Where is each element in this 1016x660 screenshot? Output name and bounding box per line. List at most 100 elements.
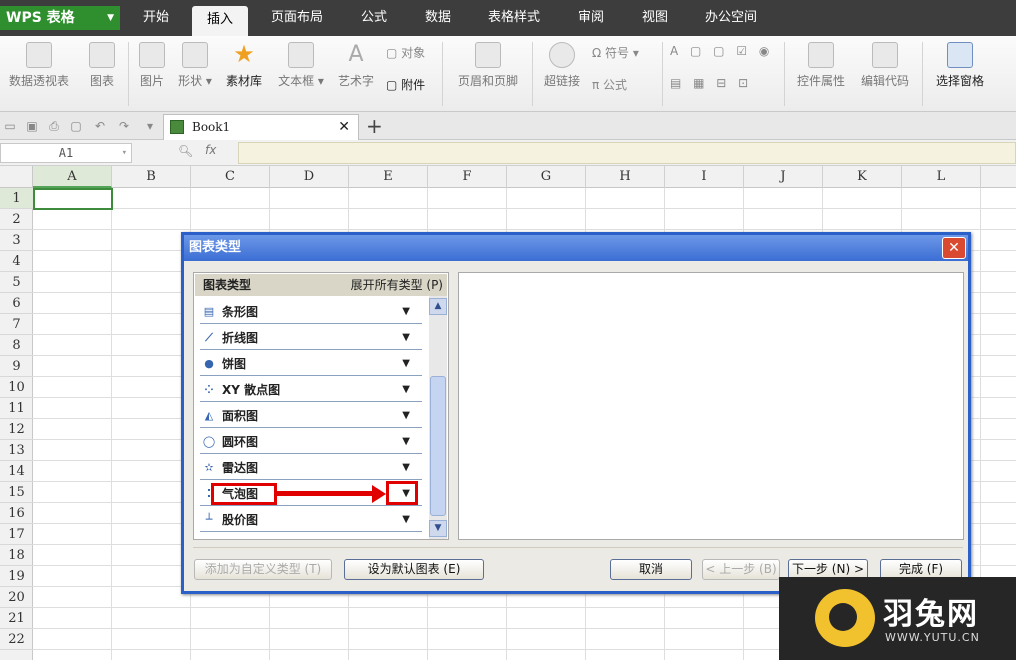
menu-start[interactable]: 开始 <box>128 0 184 36</box>
edit-code-button[interactable]: 编辑代码 <box>856 42 914 89</box>
chevron-down-icon[interactable]: ▼ <box>402 352 410 376</box>
menu-review[interactable]: 审阅 <box>566 0 616 36</box>
name-box[interactable]: A1 ▾ <box>0 143 132 163</box>
active-cell-a1[interactable] <box>33 188 113 210</box>
close-icon[interactable]: ✕ <box>942 237 966 259</box>
column-header[interactable]: L <box>902 166 981 188</box>
column-header[interactable]: I <box>665 166 744 188</box>
chart-button[interactable]: 图表 <box>84 42 120 89</box>
textbox-button[interactable]: 文本框 ▾ <box>274 42 328 89</box>
material-library-button[interactable]: ★ 素材库 <box>222 42 266 89</box>
row-header[interactable]: 10 <box>0 377 33 398</box>
column-header[interactable]: K <box>823 166 902 188</box>
hyperlink-button[interactable]: 超链接 <box>540 42 584 89</box>
column-header[interactable]: A <box>33 166 112 188</box>
menu-formula[interactable]: 公式 <box>346 0 402 36</box>
row-header[interactable]: 6 <box>0 293 33 314</box>
menu-view[interactable]: 视图 <box>630 0 680 36</box>
customize-dropdown-icon[interactable]: ▾ <box>142 118 158 134</box>
picture-button[interactable]: 图片 <box>134 42 170 89</box>
column-header[interactable]: F <box>428 166 507 188</box>
chart-type-scatter[interactable]: ⁘ XY 散点图 ▼ <box>200 378 422 402</box>
chevron-down-icon[interactable]: ▼ <box>402 326 410 350</box>
menu-table-style[interactable]: 表格样式 <box>476 0 552 36</box>
chevron-down-icon[interactable]: ▼ <box>402 430 410 454</box>
column-header[interactable]: J <box>744 166 823 188</box>
row-header[interactable]: 12 <box>0 419 33 440</box>
row-header[interactable]: 1 <box>0 188 33 209</box>
chevron-down-icon[interactable]: ▼ <box>402 378 410 402</box>
scroll-up-icon[interactable]: ▲ <box>429 298 447 315</box>
save-icon[interactable]: ▣ <box>24 118 40 134</box>
row-header[interactable]: 9 <box>0 356 33 377</box>
row-header[interactable]: 19 <box>0 566 33 587</box>
control-properties-button[interactable]: 控件属性 <box>792 42 850 89</box>
row-header[interactable]: 22 <box>0 629 33 650</box>
print-icon[interactable]: ⎙ <box>46 118 62 134</box>
row-header[interactable]: 5 <box>0 272 33 293</box>
formula-input[interactable] <box>238 142 1016 164</box>
row-header[interactable]: 21 <box>0 608 33 629</box>
menu-insert[interactable]: 插入 <box>192 6 248 36</box>
row-header[interactable]: 15 <box>0 482 33 503</box>
fx-icon[interactable]: fx <box>205 143 216 157</box>
undo-icon[interactable]: ↶ <box>92 118 108 134</box>
symbol-button[interactable]: Ω 符号 ▾ <box>592 44 639 61</box>
expand-all-link[interactable]: 展开所有类型 (P) <box>351 274 443 296</box>
wps-logo-menu[interactable]: WPS 表格 ▼ <box>0 6 120 30</box>
pivot-table-button[interactable]: 数据透视表 <box>4 42 74 89</box>
row-header[interactable]: 11 <box>0 398 33 419</box>
wordart-button[interactable]: A 艺术字 <box>334 42 378 89</box>
scroll-thumb[interactable] <box>430 376 446 516</box>
row-header[interactable]: 3 <box>0 230 33 251</box>
chart-type-area[interactable]: ◭ 面积图 ▼ <box>200 404 422 428</box>
column-header[interactable]: H <box>586 166 665 188</box>
workbook-tab[interactable]: Book1 ✕ <box>163 114 359 140</box>
print-preview-icon[interactable]: ▢ <box>68 118 84 134</box>
row-header[interactable]: 7 <box>0 314 33 335</box>
row-header[interactable]: 20 <box>0 587 33 608</box>
column-header[interactable]: D <box>270 166 349 188</box>
form-controls-row1[interactable]: A ▢ ▢ ☑ ◉ <box>670 44 773 58</box>
cancel-button[interactable]: 取消 <box>610 559 692 580</box>
list-scrollbar[interactable]: ▲ ▼ <box>429 296 447 539</box>
header-footer-button[interactable]: 页眉和页脚 <box>452 42 524 89</box>
chart-type-stock[interactable]: ┴ 股价图 ▼ <box>200 508 422 532</box>
set-default-chart-button[interactable]: 设为默认图表 (E) <box>344 559 484 580</box>
column-header[interactable]: G <box>507 166 586 188</box>
zoom-icon[interactable]: 🔍︎ <box>178 144 193 158</box>
menu-data[interactable]: 数据 <box>410 0 466 36</box>
chart-type-pie[interactable]: ● 饼图 ▼ <box>200 352 422 376</box>
object-button[interactable]: ▢ 对象 <box>386 44 425 61</box>
open-icon[interactable]: ▭ <box>2 118 18 134</box>
select-all-corner[interactable] <box>0 166 33 188</box>
row-header[interactable]: 18 <box>0 545 33 566</box>
menu-office-space[interactable]: 办公空间 <box>696 0 766 36</box>
chart-type-radar[interactable]: ✫ 雷达图 ▼ <box>200 456 422 480</box>
close-tab-icon[interactable]: ✕ <box>338 115 350 139</box>
scroll-down-icon[interactable]: ▼ <box>429 520 447 537</box>
redo-icon[interactable]: ↷ <box>116 118 132 134</box>
row-header[interactable]: 17 <box>0 524 33 545</box>
row-header[interactable]: 16 <box>0 503 33 524</box>
form-controls-row2[interactable]: ▤ ▦ ⊟ ⊡ <box>670 76 752 90</box>
dialog-title-bar[interactable]: 图表类型 ✕ <box>184 235 968 261</box>
row-header[interactable]: 2 <box>0 209 33 230</box>
attachment-button[interactable]: ▢ 附件 <box>386 76 425 93</box>
add-custom-type-button[interactable]: 添加为自定义类型 (T) <box>194 559 332 580</box>
row-header[interactable]: 4 <box>0 251 33 272</box>
new-tab-icon[interactable]: + <box>366 114 383 138</box>
chart-type-line[interactable]: ⟋ 折线图 ▼ <box>200 326 422 350</box>
row-header[interactable]: 13 <box>0 440 33 461</box>
chevron-down-icon[interactable]: ▼ <box>402 404 410 428</box>
column-header[interactable]: B <box>112 166 191 188</box>
chart-type-doughnut[interactable]: ◯ 圆环图 ▼ <box>200 430 422 454</box>
shape-button[interactable]: 形状 ▾ <box>174 42 216 89</box>
chart-type-bar[interactable]: ▤ 条形图 ▼ <box>200 300 422 324</box>
chevron-down-icon[interactable]: ▼ <box>402 456 410 480</box>
selection-pane-button[interactable]: 选择窗格 <box>930 42 990 89</box>
row-header[interactable]: 14 <box>0 461 33 482</box>
column-header[interactable]: E <box>349 166 428 188</box>
row-header[interactable]: 8 <box>0 335 33 356</box>
formula-button[interactable]: π 公式 <box>592 76 627 93</box>
